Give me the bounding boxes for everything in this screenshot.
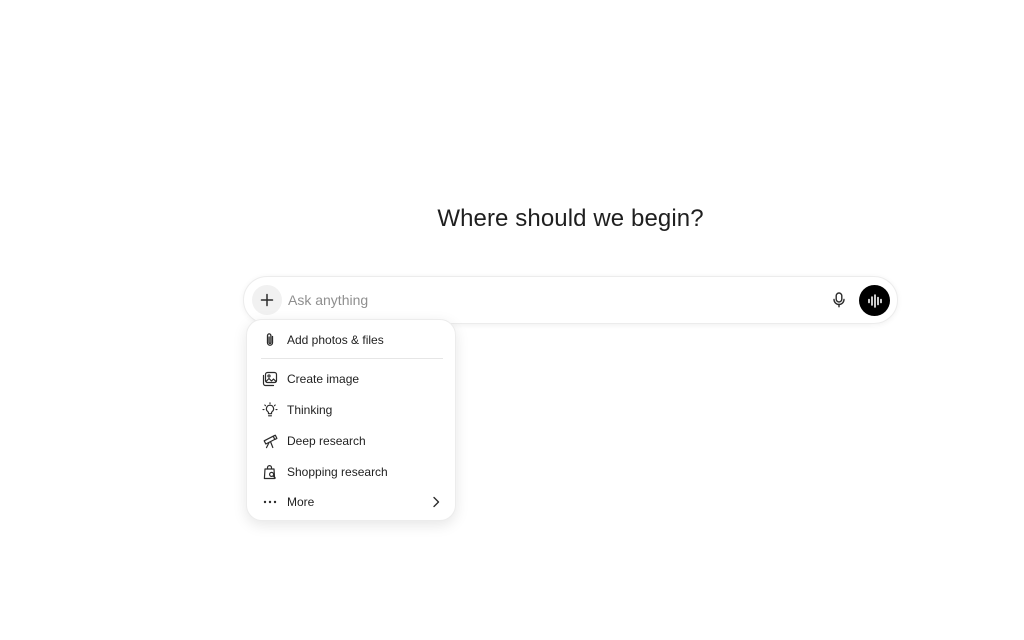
composer-plus-menu: Add photos & files Create image Thinking… <box>246 319 456 521</box>
telescope-icon <box>261 432 279 450</box>
dictate-button[interactable] <box>828 289 850 311</box>
chevron-right-icon <box>433 496 440 508</box>
menu-item-label: Add photos & files <box>287 333 384 347</box>
chat-start-page: Where should we begin? Ask anything Add … <box>0 0 1024 640</box>
add-attachment-button[interactable] <box>252 285 282 315</box>
paperclip-icon <box>261 331 279 349</box>
image-stack-icon <box>261 370 279 388</box>
menu-item-shopping-research[interactable]: Shopping research <box>255 458 449 486</box>
microphone-icon <box>833 292 845 308</box>
voice-waveform-icon <box>867 293 882 308</box>
prompt-input[interactable] <box>288 289 808 311</box>
menu-item-more[interactable]: More <box>255 488 449 516</box>
menu-item-label: More <box>287 495 315 509</box>
plus-icon <box>260 293 274 307</box>
menu-item-label: Create image <box>287 372 360 386</box>
page-title: Where should we begin? <box>437 205 704 232</box>
voice-mode-button[interactable] <box>859 285 890 316</box>
menu-divider <box>261 358 443 359</box>
menu-item-add-photos-files[interactable]: Add photos & files <box>255 326 449 354</box>
lightbulb-icon <box>261 401 279 419</box>
prompt-composer <box>243 276 898 324</box>
menu-item-label: Thinking <box>287 403 333 417</box>
menu-item-label: Deep research <box>287 434 366 448</box>
menu-item-create-image[interactable]: Create image <box>255 365 449 393</box>
menu-item-deep-research[interactable]: Deep research <box>255 427 449 455</box>
shopping-bag-search-icon <box>261 463 279 481</box>
ellipsis-icon <box>261 493 279 511</box>
menu-item-thinking[interactable]: Thinking <box>255 396 449 424</box>
menu-item-label: Shopping research <box>287 465 388 479</box>
